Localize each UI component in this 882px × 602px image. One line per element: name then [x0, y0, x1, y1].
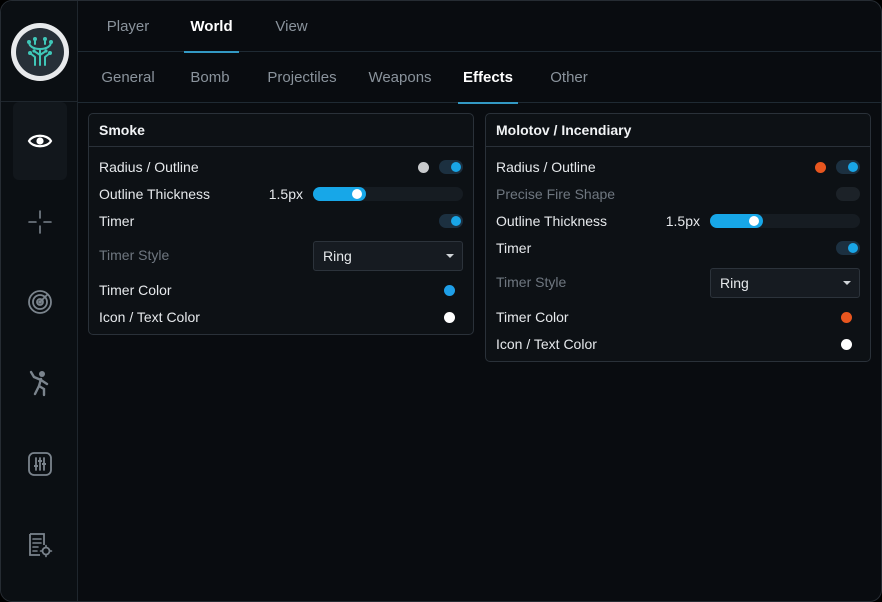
radar-icon [28, 290, 52, 314]
tab-player[interactable]: Player [102, 1, 154, 52]
smoke-icon-text-color-row: Icon / Text Color [99, 304, 463, 331]
molotov-precise-fire-shape-toggle[interactable] [836, 187, 860, 201]
smoke-radius-outline-toggle[interactable] [439, 160, 463, 174]
settings-list-icon [29, 533, 53, 558]
subtab-weapons[interactable]: Weapons [365, 52, 435, 103]
molotov-outline-thickness-label: Outline Thickness [496, 213, 608, 229]
app-window: Player World View General Bomb Projectil… [0, 0, 882, 602]
molotov-panel-title: Molotov / Incendiary [486, 114, 870, 147]
main-tabs: Player World View [78, 1, 881, 53]
smoke-outline-thickness-value: 1.5px [268, 186, 303, 202]
smoke-outline-thickness-label: Outline Thickness [99, 186, 211, 202]
molotov-precise-fire-shape-label: Precise Fire Shape [496, 186, 616, 202]
smoke-timer-style-value: Ring [323, 248, 352, 264]
smoke-panel: Smoke Radius / Outline Outline Thickness… [88, 113, 474, 335]
smoke-outline-thickness-slider[interactable] [313, 187, 463, 201]
sliders-icon [28, 452, 52, 476]
smoke-timer-color-swatch[interactable] [444, 285, 455, 296]
crosshair-icon [28, 210, 52, 234]
smoke-timer-color-label: Timer Color [99, 282, 172, 298]
molotov-timer-style-label: Timer Style [496, 274, 567, 290]
brain-circuit-icon [27, 37, 53, 66]
molotov-timer-toggle[interactable] [836, 241, 860, 255]
smoke-timer-color-row: Timer Color [99, 277, 463, 304]
molotov-radius-outline-toggle[interactable] [836, 160, 860, 174]
sidebar-item-radar[interactable] [13, 263, 67, 341]
slider-handle[interactable] [749, 216, 759, 226]
smoke-outline-color-swatch[interactable] [418, 162, 429, 173]
molotov-outline-color-swatch[interactable] [815, 162, 826, 173]
smoke-timer-style-select[interactable]: Ring [313, 241, 463, 271]
smoke-icon-text-color-label: Icon / Text Color [99, 309, 200, 325]
molotov-timer-color-row: Timer Color [496, 304, 860, 331]
sidebar-item-aim[interactable] [13, 183, 67, 261]
tab-world[interactable]: World [184, 1, 239, 53]
molotov-timer-color-label: Timer Color [496, 309, 569, 325]
molotov-timer-row: Timer [496, 235, 860, 262]
molotov-timer-label: Timer [496, 240, 532, 256]
molotov-radius-outline-label: Radius / Outline [496, 159, 596, 175]
sidebar [1, 1, 78, 601]
smoke-panel-title: Smoke [89, 114, 473, 147]
molotov-outline-thickness-row: Outline Thickness 1.5px [496, 208, 860, 235]
smoke-radius-outline-label: Radius / Outline [99, 159, 199, 175]
caret-down-icon [843, 281, 851, 285]
molotov-icon-text-color-swatch[interactable] [841, 339, 852, 350]
figure-icon [29, 370, 49, 397]
smoke-timer-style-label: Timer Style [99, 247, 170, 263]
molotov-radius-outline-row: Radius / Outline [496, 154, 860, 181]
molotov-icon-text-color-label: Icon / Text Color [496, 336, 597, 352]
smoke-timer-label: Timer [99, 213, 135, 229]
molotov-timer-style-select[interactable]: Ring [710, 268, 860, 298]
molotov-precise-fire-shape-row: Precise Fire Shape [496, 181, 860, 208]
sidebar-item-visuals[interactable] [13, 102, 67, 180]
sidebar-item-player-model[interactable] [13, 344, 67, 422]
molotov-timer-style-value: Ring [720, 275, 749, 291]
sidebar-item-config[interactable] [13, 506, 67, 584]
sub-tabs: General Bomb Projectiles Weapons Effects… [78, 52, 881, 104]
subtab-effects[interactable]: Effects [458, 52, 518, 104]
subtab-bomb[interactable]: Bomb [187, 52, 233, 103]
smoke-timer-style-row: Timer Style Ring [99, 241, 463, 271]
smoke-outline-thickness-row: Outline Thickness 1.5px [99, 181, 463, 208]
molotov-outline-thickness-value: 1.5px [665, 213, 700, 229]
slider-handle[interactable] [352, 189, 362, 199]
subtab-other[interactable]: Other [546, 52, 592, 103]
smoke-radius-outline-row: Radius / Outline [99, 154, 463, 181]
subtab-projectiles[interactable]: Projectiles [263, 52, 341, 103]
sidebar-item-misc[interactable] [13, 425, 67, 503]
molotov-outline-thickness-slider[interactable] [710, 214, 860, 228]
caret-down-icon [446, 254, 454, 258]
smoke-timer-row: Timer [99, 208, 463, 235]
subtab-general[interactable]: General [98, 52, 158, 103]
molotov-timer-style-row: Timer Style Ring [496, 268, 860, 298]
smoke-icon-text-color-swatch[interactable] [444, 312, 455, 323]
tab-view[interactable]: View [269, 1, 314, 52]
brain-logo [11, 23, 69, 81]
molotov-icon-text-color-row: Icon / Text Color [496, 331, 860, 358]
molotov-panel: Molotov / Incendiary Radius / Outline Pr… [485, 113, 871, 362]
molotov-timer-color-swatch[interactable] [841, 312, 852, 323]
eye-icon [27, 134, 53, 148]
smoke-timer-toggle[interactable] [439, 214, 463, 228]
